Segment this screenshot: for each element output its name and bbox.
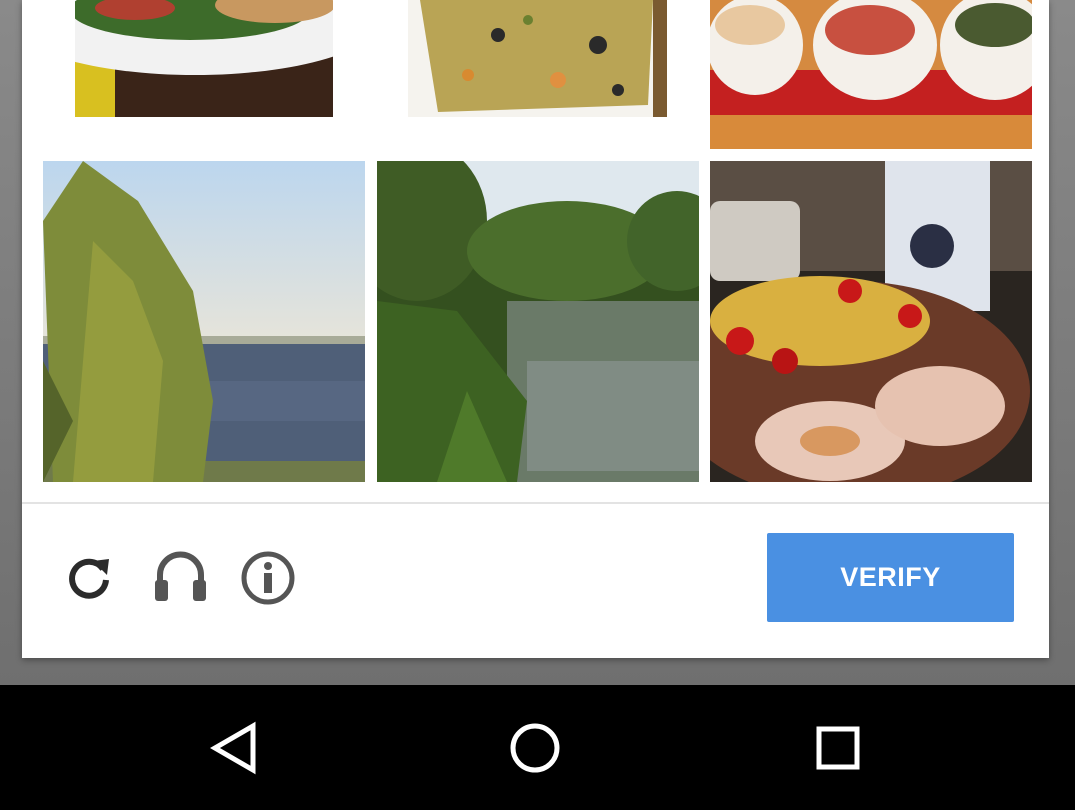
image-tile-bowls[interactable] <box>710 0 1032 149</box>
home-circle-icon[interactable] <box>505 718 565 778</box>
verify-button[interactable]: VERIFY <box>767 533 1014 622</box>
recents-square-icon[interactable] <box>808 718 868 778</box>
image-tile-pond[interactable] <box>377 161 699 482</box>
info-icon[interactable] <box>240 550 296 606</box>
footer-divider <box>22 502 1049 504</box>
headphones-icon[interactable] <box>153 548 208 603</box>
image-tile-platter[interactable] <box>710 161 1032 482</box>
image-tile-sandwich[interactable] <box>75 0 333 117</box>
reload-icon[interactable] <box>64 552 114 602</box>
image-tile-grain-salad[interactable] <box>408 0 667 117</box>
back-triangle-icon[interactable] <box>205 718 265 778</box>
image-tile-tree-lake[interactable] <box>43 161 365 482</box>
